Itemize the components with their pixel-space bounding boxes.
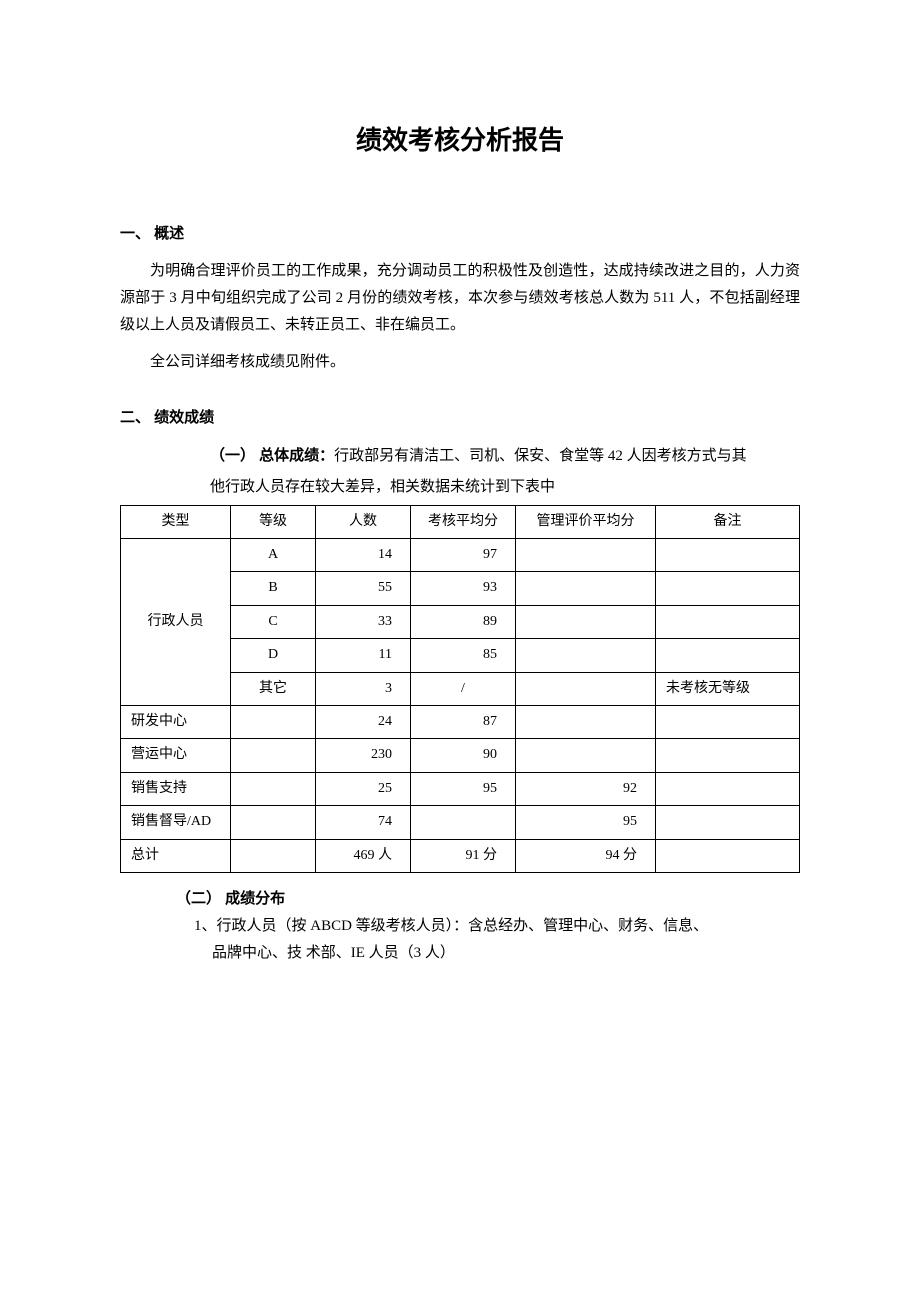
td-mgr: 92 [516,772,656,805]
td-grade [231,705,316,738]
td-note [656,639,800,672]
td-note [656,739,800,772]
td-note [656,806,800,839]
td-count: 469 人 [316,839,411,872]
td-grade: D [231,639,316,672]
overall-text1: 行政部另有清洁工、司机、保安、食堂等 42 人因考核方式与其 [334,448,747,464]
th-avg: 考核平均分 [411,505,516,538]
td-grade: B [231,572,316,605]
td-avg: / [411,672,516,705]
td-grade [231,739,316,772]
td-mgr [516,605,656,638]
td-grade [231,839,316,872]
th-mgr: 管理评价平均分 [516,505,656,538]
td-grade: 其它 [231,672,316,705]
td-note [656,538,800,571]
td-note [656,839,800,872]
table-row: 销售支持 25 95 92 [121,772,800,805]
td-avg: 90 [411,739,516,772]
td-grade: C [231,605,316,638]
td-mgr: 95 [516,806,656,839]
td-avg: 95 [411,772,516,805]
td-count: 14 [316,538,411,571]
td-count: 74 [316,806,411,839]
score-table: 类型 等级 人数 考核平均分 管理评价平均分 备注 行政人员 A 14 97 B… [120,505,800,873]
table-row: 研发中心 24 87 [121,705,800,738]
td-count: 24 [316,705,411,738]
overall-score-line2: 他行政人员存在较大差异，相关数据未统计到下表中 [120,474,800,501]
td-count: 3 [316,672,411,705]
td-avg: 97 [411,538,516,571]
section1-paragraph1: 为明确合理评价员工的工作成果，充分调动员工的积极性及创造性，达成持续改进之目的，… [120,258,800,339]
th-grade: 等级 [231,505,316,538]
overall-label: （一） 总体成绩： [210,447,334,464]
td-count: 25 [316,772,411,805]
td-mgr [516,538,656,571]
td-avg: 93 [411,572,516,605]
table-row: 营运中心 230 90 [121,739,800,772]
td-avg: 91 分 [411,839,516,872]
overall-score-line1: （一） 总体成绩：行政部另有清洁工、司机、保安、食堂等 42 人因考核方式与其 [120,442,800,470]
table-row: 行政人员 A 14 97 [121,538,800,571]
th-type: 类型 [121,505,231,538]
td-type: 营运中心 [121,739,231,772]
td-grade [231,772,316,805]
table-row: 销售督导/AD 74 95 [121,806,800,839]
td-type: 销售支持 [121,772,231,805]
section2-heading: 二、 绩效成绩 [120,406,800,430]
td-avg: 85 [411,639,516,672]
td-count: 230 [316,739,411,772]
distribution-label: （二） 成绩分布 [120,887,800,911]
td-mgr: 94 分 [516,839,656,872]
distribution-line2: 品牌中心、技 术部、IE 人员（3 人） [120,940,800,967]
td-type: 销售督导/AD [121,806,231,839]
th-note: 备注 [656,505,800,538]
td-mgr [516,739,656,772]
td-mgr [516,705,656,738]
td-count: 55 [316,572,411,605]
td-avg: 87 [411,705,516,738]
td-count: 11 [316,639,411,672]
td-note: 未考核无等级 [656,672,800,705]
table-row-total: 总计 469 人 91 分 94 分 [121,839,800,872]
td-type: 总计 [121,839,231,872]
td-grade [231,806,316,839]
td-type: 行政人员 [121,538,231,705]
td-mgr [516,572,656,605]
th-count: 人数 [316,505,411,538]
td-note [656,605,800,638]
section1-heading: 一、 概述 [120,222,800,246]
td-note [656,772,800,805]
page-title: 绩效考核分析报告 [120,120,800,162]
td-avg [411,806,516,839]
td-note [656,705,800,738]
td-mgr [516,672,656,705]
distribution-line1: 1、行政人员（按 ABCD 等级考核人员）：含总经办、管理中心、财务、信息、 [120,913,800,940]
section1-paragraph2: 全公司详细考核成绩见附件。 [120,349,800,376]
td-type: 研发中心 [121,705,231,738]
td-avg: 89 [411,605,516,638]
table-header-row: 类型 等级 人数 考核平均分 管理评价平均分 备注 [121,505,800,538]
td-grade: A [231,538,316,571]
td-mgr [516,639,656,672]
td-note [656,572,800,605]
td-count: 33 [316,605,411,638]
